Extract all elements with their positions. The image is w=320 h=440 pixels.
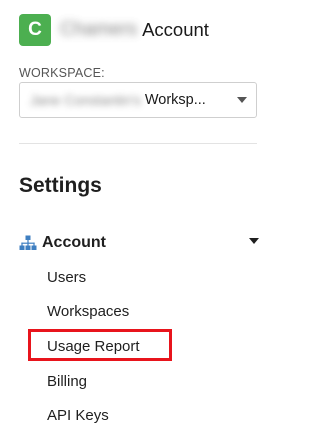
account-group-label: Account xyxy=(42,234,106,251)
submenu-item-billing[interactable]: Billing xyxy=(47,373,87,390)
account-title: Account xyxy=(142,19,209,40)
account-header: C Chamers Account xyxy=(19,14,209,46)
workspace-select[interactable]: Jane Constantin's Worksp... xyxy=(19,82,257,118)
workspace-name-visible: Worksp... xyxy=(144,92,206,108)
submenu-item-workspaces[interactable]: Workspaces xyxy=(47,303,129,320)
caret-down-icon[interactable] xyxy=(249,238,259,244)
account-name: Chamers xyxy=(60,19,138,40)
highlight-annotation xyxy=(28,329,172,361)
workspace-name-blurred: Jane Constantin's xyxy=(30,92,141,108)
account-logo: C xyxy=(19,14,51,46)
chevron-down-icon xyxy=(237,97,247,103)
sitemap-icon xyxy=(19,235,37,251)
submenu-item-users[interactable]: Users xyxy=(47,269,86,286)
account-group-toggle[interactable]: Account xyxy=(19,232,259,254)
workspace-label: WORKSPACE: xyxy=(19,66,105,80)
submenu-item-api-keys[interactable]: API Keys xyxy=(47,407,109,424)
divider xyxy=(19,143,257,144)
settings-heading: Settings xyxy=(19,174,102,197)
